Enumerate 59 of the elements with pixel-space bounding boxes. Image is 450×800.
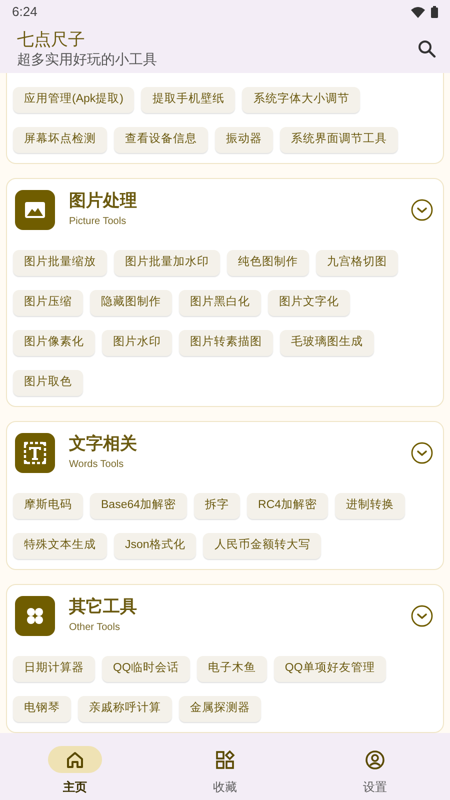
tool-chip[interactable]: 图片取色 bbox=[13, 370, 83, 396]
tool-chip[interactable]: 图片批量缩放 bbox=[13, 250, 107, 276]
user-circle-icon bbox=[364, 748, 386, 770]
tool-chip[interactable]: 系统字体大小调节 bbox=[242, 87, 360, 113]
tool-chip[interactable]: 系统界面调节工具 bbox=[280, 127, 398, 153]
tool-chip[interactable]: 九宫格切图 bbox=[316, 250, 398, 276]
tool-chip[interactable]: 隐藏图制作 bbox=[90, 290, 172, 316]
tool-chip[interactable]: 日期计算器 bbox=[13, 656, 95, 682]
tool-chip[interactable]: 应用管理(Apk提取) bbox=[13, 87, 134, 113]
tool-chip[interactable]: 特殊文本生成 bbox=[13, 533, 107, 559]
expand-chevron-icon[interactable] bbox=[411, 199, 433, 221]
nav-tab[interactable] bbox=[48, 746, 102, 773]
tool-chip[interactable]: QQ单项好友管理 bbox=[274, 656, 386, 682]
app-title: 七点尺子 bbox=[17, 29, 86, 50]
nav-label[interactable]: 收藏 bbox=[213, 778, 237, 796]
tool-chip[interactable]: QQ临时会话 bbox=[102, 656, 190, 682]
nav-label[interactable]: 主页 bbox=[63, 778, 87, 796]
section-subtitle: Picture Tools bbox=[69, 215, 128, 229]
picture-icon bbox=[15, 190, 55, 230]
tool-chip[interactable]: Base64加解密 bbox=[90, 493, 188, 519]
tool-chip[interactable]: 图片转素描图 bbox=[179, 330, 273, 356]
tool-chip[interactable]: RC4加解密 bbox=[247, 493, 328, 519]
tool-chip[interactable]: 图片文字化 bbox=[268, 290, 350, 316]
tool-chip[interactable]: 图片黑白化 bbox=[179, 290, 261, 316]
section-subtitle: Other Tools bbox=[69, 621, 121, 635]
expand-chevron-icon[interactable] bbox=[411, 605, 433, 627]
section-subtitle: Words Tools bbox=[69, 458, 125, 472]
section-title: 其它工具 bbox=[69, 596, 138, 618]
tool-chip[interactable]: 摩斯电码 bbox=[13, 493, 83, 519]
tool-chip[interactable]: 图片水印 bbox=[102, 330, 172, 356]
tool-chip[interactable]: 金属探测器 bbox=[179, 696, 261, 722]
tool-chip[interactable]: 人民币金额转大写 bbox=[203, 533, 322, 559]
tool-chip[interactable]: 振动器 bbox=[215, 127, 273, 153]
tool-chip[interactable]: 查看设备信息 bbox=[114, 127, 208, 153]
tool-chip[interactable]: 纯色图制作 bbox=[227, 250, 309, 276]
tool-chip[interactable]: 亲戚称呼计算 bbox=[78, 696, 172, 722]
tool-chip[interactable]: 毛玻璃图生成 bbox=[280, 330, 374, 356]
tool-chip[interactable]: 电钢琴 bbox=[13, 696, 71, 722]
tool-chip[interactable]: Json格式化 bbox=[114, 533, 196, 559]
tool-chip[interactable]: 图片压缩 bbox=[13, 290, 83, 316]
section-title: 图片处理 bbox=[69, 190, 138, 212]
tool-chip[interactable]: 提取手机壁纸 bbox=[141, 87, 236, 113]
expand-chevron-icon[interactable] bbox=[411, 442, 433, 464]
status-time: 6:24 bbox=[12, 3, 38, 22]
battery-icon bbox=[431, 6, 438, 18]
section-title: 文字相关 bbox=[69, 433, 138, 455]
grid-icon bbox=[214, 748, 236, 770]
tool-chip[interactable]: 拆字 bbox=[194, 493, 240, 519]
tool-chip[interactable]: 图片像素化 bbox=[13, 330, 95, 356]
search-icon[interactable] bbox=[418, 40, 436, 58]
text-frame-icon bbox=[15, 433, 55, 473]
wifi-icon bbox=[411, 6, 425, 18]
nav-label[interactable]: 设置 bbox=[363, 778, 387, 796]
tool-chip[interactable]: 电子木鱼 bbox=[196, 656, 267, 682]
tool-chip[interactable]: 屏幕坏点检测 bbox=[13, 127, 107, 153]
tool-chip[interactable]: 进制转换 bbox=[335, 493, 406, 519]
tool-chip[interactable]: 图片批量加水印 bbox=[114, 250, 220, 276]
four-petal-icon bbox=[15, 596, 55, 636]
app-subtitle: 超多实用好玩的小工具 bbox=[17, 50, 157, 68]
